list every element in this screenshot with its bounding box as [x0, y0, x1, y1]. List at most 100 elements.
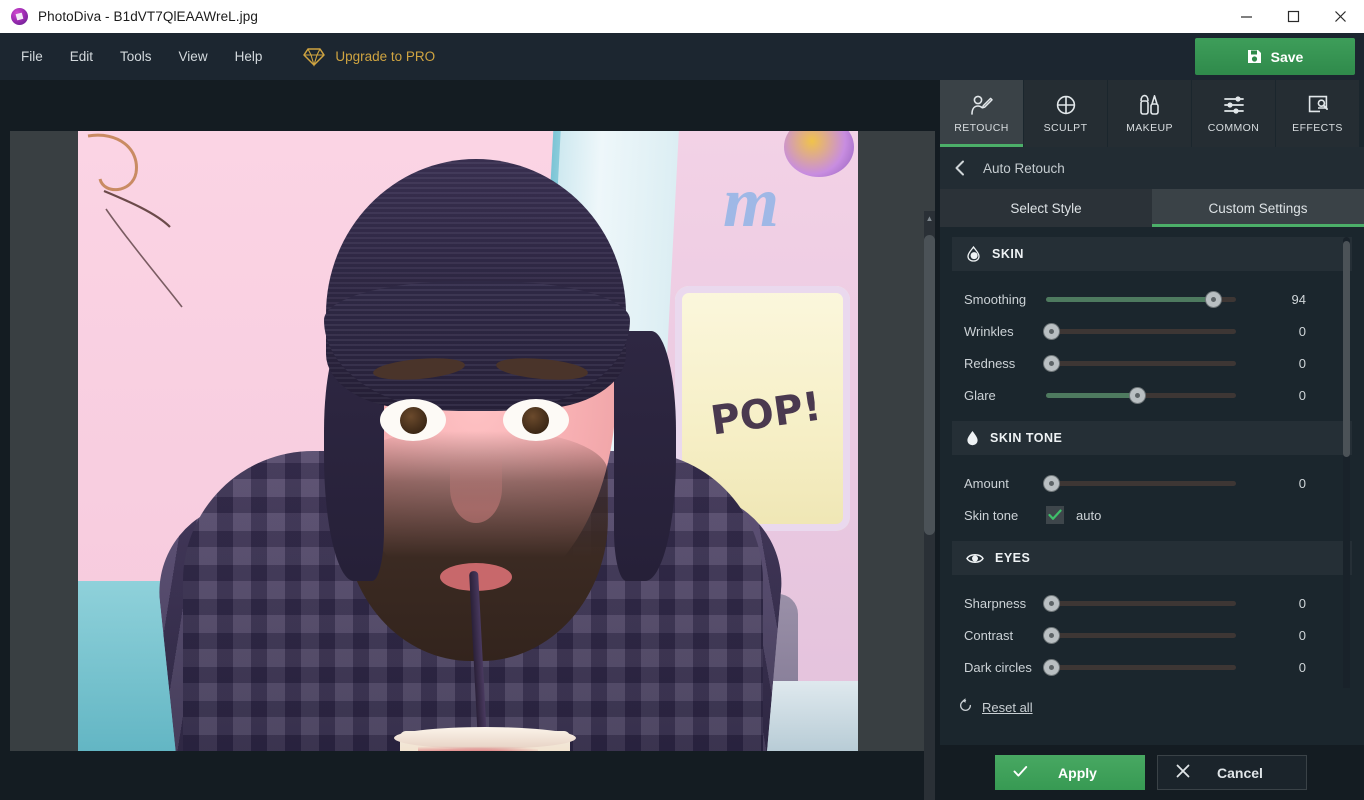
maximize-icon[interactable] — [1270, 0, 1317, 33]
section-header-eyes: EYES — [952, 541, 1352, 575]
slider-knob-contrast[interactable] — [1044, 627, 1059, 643]
slider-track-smoothing[interactable] — [1046, 291, 1236, 307]
slider-knob-amount[interactable] — [1044, 475, 1059, 491]
edited-photo: m POP! — [78, 131, 858, 751]
slider-row-amount: Amount 0 — [940, 467, 1364, 499]
tab-sculpt[interactable]: SCULPT — [1024, 80, 1108, 147]
cancel-button[interactable]: Cancel — [1157, 755, 1307, 790]
menu-item-edit[interactable]: Edit — [59, 43, 104, 70]
photo-layer-nose — [450, 453, 502, 523]
slider-fill-smoothing — [1046, 296, 1214, 302]
slider-row-smoothing: Smoothing 94 — [940, 283, 1364, 315]
menu-item-view[interactable]: View — [168, 43, 219, 70]
tab-effects[interactable]: EFFECTS — [1276, 80, 1360, 147]
upgrade-to-pro-label: Upgrade to PRO — [335, 49, 436, 64]
apply-button-label: Apply — [1058, 764, 1097, 781]
photo-layer-beanie-side-right — [614, 331, 676, 581]
apply-button[interactable]: Apply — [995, 755, 1145, 790]
slider-track-contrast[interactable] — [1044, 627, 1236, 643]
slider-track-amount[interactable] — [1044, 475, 1236, 491]
slider-label-glare: Glare — [964, 387, 996, 403]
subtab-select-style[interactable]: Select Style — [940, 189, 1152, 227]
slider-knob-sharpness[interactable] — [1044, 595, 1059, 611]
slider-track-redness[interactable] — [1044, 355, 1236, 371]
menu-item-help[interactable]: Help — [224, 43, 274, 70]
reset-all-label: Reset all — [982, 699, 1033, 715]
upgrade-to-pro-button[interactable]: Upgrade to PRO — [303, 47, 435, 67]
tab-retouch-label: RETOUCH — [954, 121, 1009, 134]
slider-value-smoothing: 94 — [1291, 291, 1306, 307]
retouch-panel: RETOUCH SCULPT MAKEUP COMMON EFFECTS Aut… — [940, 80, 1364, 800]
tab-makeup[interactable]: MAKEUP — [1108, 80, 1192, 147]
workspace: Edit Compare Original — [0, 80, 940, 800]
slider-knob-dark-circles[interactable] — [1044, 659, 1059, 675]
tab-effects-label: EFFECTS — [1292, 121, 1343, 134]
section-title-skin: SKIN — [992, 247, 1024, 261]
slider-knob-glare[interactable] — [1130, 387, 1146, 403]
window-controls — [1223, 0, 1364, 33]
minimize-icon[interactable] — [1223, 0, 1270, 33]
panel-subtab-bar: Select Style Custom Settings — [940, 189, 1364, 227]
slider-track-sharpness[interactable] — [1044, 595, 1236, 611]
save-button-label: Save — [1270, 48, 1304, 65]
slider-value-amount: 0 — [1298, 475, 1306, 491]
canvas-scroll-up-icon[interactable]: ▲ — [924, 211, 935, 225]
slider-knob-redness[interactable] — [1044, 355, 1059, 371]
save-button[interactable]: Save — [1195, 38, 1355, 75]
image-canvas[interactable]: m POP! — [10, 131, 935, 751]
slider-row-contrast: Contrast 0 — [940, 619, 1364, 651]
slider-track-wrinkles[interactable] — [1044, 323, 1236, 339]
eyes-rows: Sharpness 0 Contrast 0 Dark circles 0 — [940, 575, 1364, 688]
photo-layer-iris-left — [400, 407, 427, 434]
slider-row-wrinkles: Wrinkles 0 — [940, 315, 1364, 347]
slider-value-sharpness: 0 — [1298, 595, 1306, 611]
slider-knob-wrinkles[interactable] — [1044, 323, 1059, 339]
photo-layer-scrawl: m — [723, 162, 780, 242]
skin-drop-icon — [966, 246, 981, 262]
menu-item-tools[interactable]: Tools — [109, 43, 163, 70]
reset-all-button[interactable]: Reset all — [940, 688, 1364, 726]
tab-makeup-label: MAKEUP — [1126, 121, 1173, 134]
checkbox-row-label: Skin tone — [964, 507, 1019, 523]
skin-rows: Smoothing 94 Wrinkles 0 Redness 0 Glare … — [940, 271, 1364, 421]
photo-layer-wire — [87, 133, 183, 308]
photo-layer-iris-right — [522, 407, 549, 434]
skin-tone-rows: Amount 0 Skin tone auto — [940, 455, 1364, 541]
sculpt-icon — [1055, 94, 1077, 116]
canvas-scrollbar-thumb[interactable] — [924, 235, 935, 535]
section-header-skin-tone: SKIN TONE — [952, 421, 1352, 455]
slider-knob-smoothing[interactable] — [1206, 291, 1222, 307]
tab-retouch[interactable]: RETOUCH — [940, 80, 1024, 147]
slider-track-dark-circles[interactable] — [1044, 659, 1236, 675]
window-title: PhotoDiva - B1dVT7QlEAAWreL.jpg — [38, 9, 258, 24]
auto-skin-tone-checkbox[interactable] — [1046, 506, 1064, 524]
slider-label-smoothing: Smoothing — [964, 291, 1027, 307]
close-icon[interactable] — [1317, 0, 1364, 33]
reset-circular-arrow-icon — [958, 698, 973, 716]
cancel-button-label: Cancel — [1217, 764, 1263, 781]
chevron-left-icon[interactable] — [954, 160, 965, 176]
panel-scrollbar-thumb[interactable] — [1343, 241, 1350, 457]
menu-item-file[interactable]: File — [10, 43, 54, 70]
slider-label-sharpness: Sharpness — [964, 595, 1027, 611]
section-header-skin: SKIN — [952, 237, 1352, 271]
slider-label-amount: Amount — [964, 475, 1009, 491]
slider-row-redness: Redness 0 — [940, 347, 1364, 379]
tab-common[interactable]: COMMON — [1192, 80, 1276, 147]
section-title-skin-tone: SKIN TONE — [990, 431, 1063, 445]
subtab-custom-settings[interactable]: Custom Settings — [1152, 189, 1364, 227]
slider-row-sharpness: Sharpness 0 — [940, 587, 1364, 619]
settings-scroll-area[interactable]: SKIN Smoothing 94 Wrinkles 0 Redness 0 G… — [940, 227, 1364, 688]
slider-track-glare[interactable] — [1046, 387, 1236, 403]
common-sliders-icon — [1222, 94, 1246, 116]
breadcrumb[interactable]: Auto Retouch — [940, 147, 1364, 189]
slider-label-wrinkles: Wrinkles — [964, 323, 1014, 339]
slider-value-contrast: 0 — [1298, 627, 1306, 643]
photodiva-logo-icon — [11, 8, 28, 25]
section-title-eyes: EYES — [995, 551, 1031, 565]
slider-fill-glare — [1046, 392, 1138, 398]
photo-layer-cup-berry — [418, 745, 538, 751]
panel-action-bar: Apply Cancel — [940, 745, 1364, 800]
makeup-icon — [1138, 94, 1162, 116]
slider-value-wrinkles: 0 — [1298, 323, 1306, 339]
